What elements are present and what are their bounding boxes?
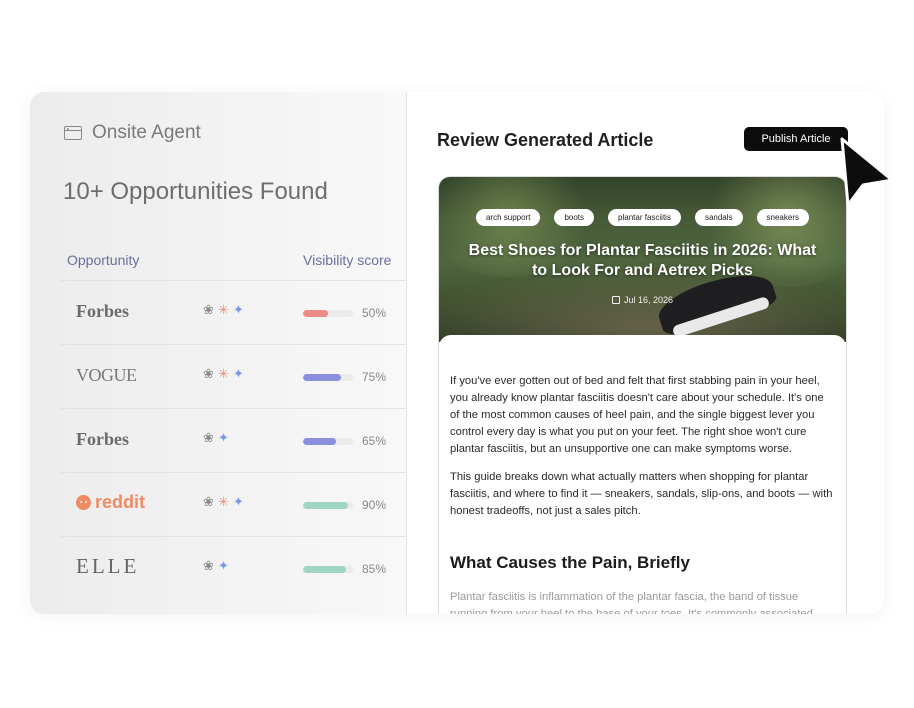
visibility-bar — [303, 438, 353, 445]
source-logo-elle: ELLE — [76, 554, 140, 578]
article-body: If you've ever gotten out of bed and fel… — [439, 335, 846, 614]
gemini-icon: ✦ — [218, 430, 229, 445]
source-logo-forbes: Forbes — [76, 429, 129, 449]
source-logo-forbes: Forbes — [76, 301, 129, 321]
onsite-agent-panel: Onsite Agent 10+ Opportunities Found Opp… — [30, 92, 407, 614]
reddit-icon — [76, 495, 91, 510]
visibility-score: 90% — [362, 498, 387, 512]
opportunity-row[interactable]: Forbes ❀ ✦ 65% — [60, 408, 406, 472]
article-title: Best Shoes for Plantar Fasciitis in 2026… — [468, 242, 817, 279]
visibility-bar-fill — [303, 310, 328, 317]
visibility-bar — [303, 502, 353, 509]
publish-article-button[interactable]: Publish Article — [744, 127, 848, 151]
visibility-bar-fill — [303, 566, 346, 573]
opportunity-row[interactable]: VOGUE ❀ ✳ ✦ 75% — [60, 344, 406, 408]
tag-chip[interactable]: sneakers — [756, 209, 809, 226]
ai-model-icons: ❀ ✳ ✦ — [202, 495, 245, 508]
claude-icon: ✳ — [218, 302, 229, 317]
opportunity-row[interactable]: ELLE ❀ ✦ 85% — [60, 536, 406, 600]
agent-header: Onsite Agent — [64, 122, 201, 144]
agent-label: Onsite Agent — [92, 122, 201, 143]
tag-chip[interactable]: plantar fasciitis — [608, 209, 681, 226]
tag-chip[interactable]: boots — [554, 209, 595, 226]
visibility-score: 50% — [362, 306, 387, 320]
article-section-heading: What Causes the Pain, Briefly — [450, 553, 690, 572]
claude-icon: ✳ — [218, 366, 229, 381]
chatgpt-icon: ❀ — [203, 302, 214, 317]
article-tags: arch support boots plantar fasciitis san… — [439, 209, 846, 226]
claude-icon: ✳ — [218, 494, 229, 509]
gemini-icon: ✦ — [233, 366, 244, 381]
gemini-icon: ✦ — [233, 494, 244, 509]
article-paragraph: If you've ever gotten out of bed and fel… — [450, 375, 824, 455]
visibility-bar — [303, 310, 353, 317]
opportunity-row[interactable]: Forbes ❀ ✳ ✦ 50% — [60, 280, 406, 344]
gemini-icon: ✦ — [233, 302, 244, 317]
ai-model-icons: ❀ ✳ ✦ — [202, 303, 245, 316]
chatgpt-icon: ❀ — [203, 558, 214, 573]
tag-chip[interactable]: sandals — [694, 209, 743, 226]
ai-model-icons: ❀ ✦ — [202, 431, 230, 444]
source-logo-reddit: reddit — [76, 492, 145, 513]
column-header-opportunity: Opportunity — [67, 252, 140, 268]
tag-chip[interactable]: arch support — [475, 209, 541, 226]
opportunity-row[interactable]: reddit ❀ ✳ ✦ 90% — [60, 472, 406, 536]
chatgpt-icon: ❀ — [203, 366, 214, 381]
gemini-icon: ✦ — [218, 558, 229, 573]
ai-model-icons: ❀ ✦ — [202, 559, 230, 572]
article-date: Jul 16, 2026 — [623, 295, 674, 305]
article-hero-image: arch support boots plantar fasciitis san… — [439, 177, 846, 342]
article-preview[interactable]: arch support boots plantar fasciitis san… — [438, 176, 847, 614]
chatgpt-icon: ❀ — [203, 494, 214, 509]
visibility-bar-fill — [303, 438, 336, 445]
mouse-cursor-icon — [840, 137, 894, 207]
article-date-line: Jul 16, 2026 — [439, 295, 846, 305]
visibility-bar-fill — [303, 374, 341, 381]
article-paragraph: This guide breaks down what actually mat… — [450, 471, 833, 517]
chatgpt-icon: ❀ — [203, 430, 214, 445]
calendar-icon — [611, 296, 620, 304]
opportunity-list: Forbes ❀ ✳ ✦ 50% VOGUE ❀ ✳ ✦ 75% Forbes … — [60, 280, 406, 600]
ai-model-icons: ❀ ✳ ✦ — [202, 367, 245, 380]
visibility-score: 65% — [362, 434, 387, 448]
visibility-score: 75% — [362, 370, 387, 384]
browser-window-icon — [64, 126, 82, 140]
reddit-wordmark: reddit — [95, 492, 146, 512]
visibility-bar — [303, 374, 353, 381]
review-title: Review Generated Article — [437, 130, 654, 150]
opportunities-title: 10+ Opportunities Found — [63, 178, 328, 205]
visibility-bar-fill — [303, 502, 348, 509]
main-card: Onsite Agent 10+ Opportunities Found Opp… — [30, 92, 884, 614]
source-logo-vogue: VOGUE — [76, 365, 137, 385]
article-paragraph: Plantar fasciitis is inflammation of the… — [450, 591, 813, 614]
review-panel: Review Generated Article Publish Article… — [407, 92, 884, 614]
column-header-visibility-score: Visibility score — [303, 252, 392, 268]
visibility-score: 85% — [362, 562, 387, 576]
visibility-bar — [303, 566, 353, 573]
